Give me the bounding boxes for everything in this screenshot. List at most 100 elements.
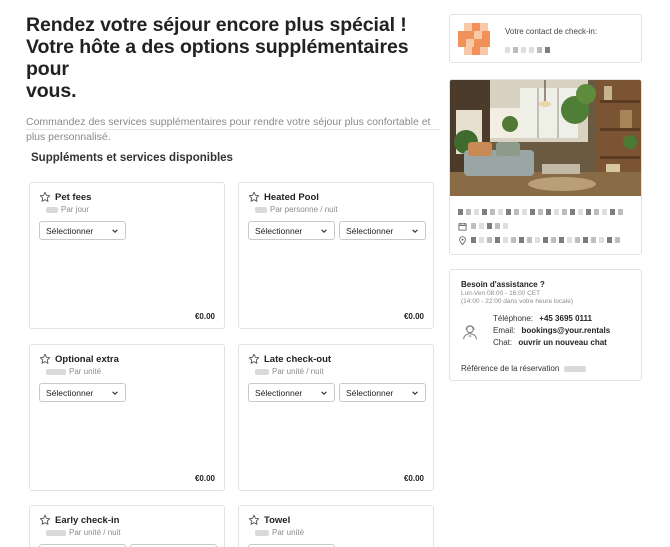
addon-card-optional-extra: Optional extra Par unité Sélectionner €0… [29,344,225,491]
help-phone-row: Téléphone: +45 3695 0111 [493,314,592,323]
phone-link[interactable]: +45 3695 0111 [539,314,592,323]
card-price: €0.00 [194,312,215,321]
calendar-icon [458,222,467,231]
select-value: Sélectionner [255,387,303,398]
addon-card-heated-pool: Heated Pool Par personne / nuit Sélectio… [238,182,434,329]
card-unit: Par unité / nuit [255,367,324,376]
blurred-price [46,368,66,375]
chevron-down-icon [320,227,328,235]
page-title-line-2: Votre hôte a des options supplémentaires… [26,36,409,80]
card-unit-text: Par jour [61,205,90,214]
card-unit: Par unité / nuit [46,528,121,537]
card-header: Optional extra [39,353,119,365]
select-value: Sélectionner [346,225,394,236]
select-value: Sélectionner [255,225,303,236]
help-hours-line-2: (14:00 - 22:00 dans votre heure locale) [461,297,574,305]
card-header: Towel [248,514,290,526]
assistance-card: Besoin d'assistance ? Lun-Ven 08:00 - 16… [449,269,642,381]
card-price: €0.00 [194,474,215,483]
star-icon[interactable] [248,191,260,203]
chevron-down-icon [111,227,119,235]
property-name-redacted [458,208,626,216]
card-price: €0.00 [403,474,424,483]
page-subtitle: Commandez des services supplémentaires p… [26,116,431,143]
location-pin-icon [458,235,467,245]
star-icon[interactable] [39,191,51,203]
reference-label: Référence de la réservation [461,364,560,373]
card-unit-text: Par unité [69,367,102,376]
card-title: Pet fees [55,191,92,203]
chevron-down-icon [411,227,419,235]
nights-select[interactable]: Sélectionner [339,221,426,240]
star-icon[interactable] [39,353,51,365]
star-icon[interactable] [248,353,260,365]
help-hours: Lun-Ven 08:00 - 16:00 CET (14:00 - 22:00… [461,290,573,305]
card-header: Early check-in [39,514,119,526]
contact-label: Votre contact de check-in: [505,27,598,36]
property-card [449,79,642,255]
help-title: Besoin d'assistance ? [461,280,545,289]
select-value: Sélectionner [346,387,394,398]
addon-card-pet-fees: Pet fees Par jour Sélectionner €0.00 [29,182,225,329]
email-link[interactable]: bookings@your.rentals [521,326,610,335]
chat-label: Chat: [493,338,513,347]
card-unit-text: Par personne / nuit [270,205,338,214]
blurred-price [46,529,66,536]
email-label: Email: [493,326,516,335]
addon-card-towel: Towel Par unité [238,505,434,547]
checkin-contact-card: Votre contact de check-in: [449,14,642,63]
stay-dates-redacted [458,222,511,231]
card-price: €0.00 [403,312,424,321]
card-header: Pet fees [39,191,91,203]
page-title-line-3: vous. [26,80,77,102]
card-title: Heated Pool [264,191,319,203]
intro: Rendez votre séjour encore plus spécial … [26,14,440,145]
star-icon[interactable] [39,514,51,526]
card-unit: Par personne / nuit [255,205,338,214]
card-unit: Par unité [255,528,304,537]
card-unit-text: Par unité [272,528,305,537]
blurred-price [255,529,269,536]
blurred-price [46,206,58,213]
quantity-select[interactable]: Sélectionner [248,221,335,240]
card-title: Optional extra [55,353,119,365]
select-value: Sélectionner [46,387,94,398]
contact-name-redacted [505,40,553,53]
chevron-down-icon [320,389,328,397]
support-agent-icon [461,323,479,341]
property-photo [450,80,641,196]
quantity-select[interactable]: Sélectionner [39,383,126,402]
page-title: Rendez votre séjour encore plus spécial … [26,14,440,102]
divider [26,129,440,130]
card-header: Heated Pool [248,191,319,203]
phone-label: Téléphone: [493,314,534,323]
help-chat-row: Chat: ouvrir un nouveau chat [493,338,607,347]
star-icon[interactable] [248,514,260,526]
blurred-price [255,368,269,375]
help-email-row: Email: bookings@your.rentals [493,326,610,335]
card-title: Towel [264,514,291,526]
quantity-select[interactable]: Sélectionner [248,383,335,402]
page-title-line-1: Rendez votre séjour encore plus spécial … [26,14,407,36]
nights-select[interactable]: Sélectionner [339,383,426,402]
reference-redacted [564,365,587,372]
select-value: Sélectionner [46,225,94,236]
chevron-down-icon [111,389,119,397]
addon-card-late-check-out: Late check-out Par unité / nuit Sélectio… [238,344,434,491]
card-unit: Par jour [46,205,89,214]
avatar [458,23,490,55]
card-unit-text: Par unité / nuit [69,528,121,537]
addon-card-early-check-in: Early check-in Par unité / nuit [29,505,225,547]
card-unit: Par unité [46,367,101,376]
card-title: Late check-out [264,353,332,365]
quantity-select[interactable]: Sélectionner [39,221,126,240]
card-unit-text: Par unité / nuit [272,367,324,376]
chat-link[interactable]: ouvrir un nouveau chat [518,338,606,347]
card-header: Late check-out [248,353,331,365]
blurred-price [255,206,267,213]
card-title: Early check-in [55,514,120,526]
chevron-down-icon [411,389,419,397]
booking-reference: Référence de la réservation [461,364,587,373]
section-title: Suppléments et services disponibles [31,152,233,164]
address-redacted [458,235,623,245]
